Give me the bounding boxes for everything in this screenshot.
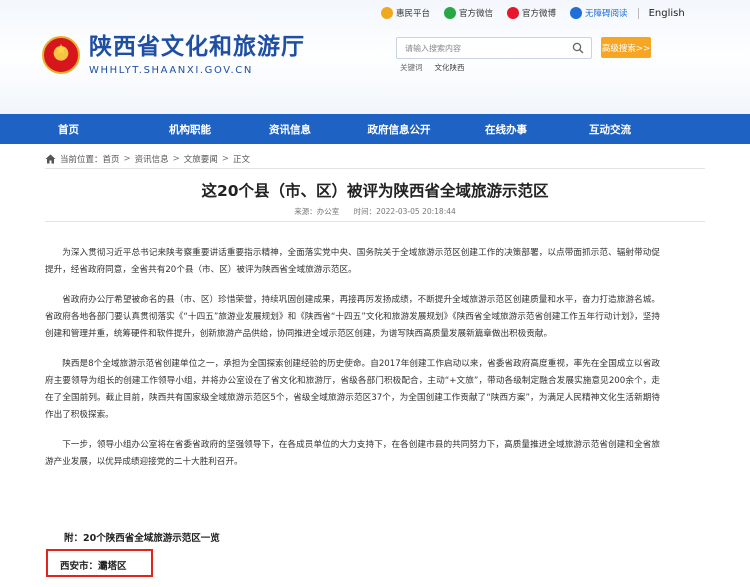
national-emblem-icon	[42, 36, 80, 74]
hot-keywords: 关键词 文化陕西	[400, 62, 465, 73]
breadcrumb-separator: >	[123, 154, 131, 164]
nav-item-home[interactable]: 首页	[58, 122, 142, 137]
toplink-accessibility[interactable]: 无障碍阅读	[570, 7, 628, 19]
article-meta: 来源：办公室 时间：2022-03-05 20:18:44	[0, 206, 750, 217]
appendix-title: 附：20个陕西省全域旅游示范区一览	[64, 533, 220, 544]
toplink-wechat[interactable]: 官方微信	[444, 7, 493, 19]
nav-item-gov-info[interactable]: 政府信息公开	[342, 122, 456, 137]
site-header: 陕西省文化和旅游厅 WHHLYT.SHAANXI.GOV.CN 惠民平台 官方微…	[0, 0, 750, 114]
toplink-label: 官方微信	[459, 9, 494, 19]
main-nav: 首页 机构职能 资讯信息 政府信息公开 在线办事 互动交流	[0, 114, 750, 144]
nav-item-functions[interactable]: 机构职能	[142, 122, 238, 137]
nav-item-news[interactable]: 资讯信息	[238, 122, 342, 137]
people-icon	[381, 7, 393, 19]
search-icon[interactable]	[572, 42, 584, 54]
article-body: 为深入贯彻习近平总书记来陕考察重要讲话重要指示精神，全面落实党中央、国务院关于全…	[45, 245, 660, 484]
article-title: 这20个县（市、区）被评为陕西省全域旅游示范区	[201, 182, 549, 200]
search-box	[396, 37, 592, 59]
hot-keyword[interactable]: 文化陕西	[435, 62, 465, 73]
toplink-label: 官方微博	[522, 9, 557, 19]
article-divider	[45, 221, 705, 222]
article-paragraph: 为深入贯彻习近平总书记来陕考察重要讲话重要指示精神，全面落实党中央、国务院关于全…	[45, 248, 660, 275]
breadcrumb-item-news[interactable]: 资讯信息	[135, 153, 169, 165]
home-icon	[45, 154, 56, 164]
article-paragraph: 省政府办公厅希望被命名的县（市、区）珍惜荣誉，持续巩固创建成果，再接再厉发扬成绩…	[45, 295, 660, 339]
top-links: 惠民平台 官方微信 官方微博 无障碍阅读 English	[381, 7, 685, 19]
toplink-weibo[interactable]: 官方微博	[507, 7, 556, 19]
weibo-icon	[507, 7, 520, 19]
breadcrumb-separator: >	[172, 154, 180, 164]
advanced-search-button[interactable]: 高级搜索>>	[601, 37, 651, 58]
breadcrumb-item-current: 正文	[232, 155, 250, 165]
breadcrumb: 当前位置： 首页 > 资讯信息 > 文旅要闻 > 正文	[45, 153, 250, 165]
breadcrumb-prefix: 当前位置：	[60, 155, 103, 165]
toplink-divider	[637, 7, 639, 19]
hot-keywords-label: 关键词	[400, 63, 423, 72]
wechat-icon	[444, 7, 457, 19]
accessibility-icon	[570, 7, 583, 19]
toplink-people-platform[interactable]: 惠民平台	[381, 7, 430, 19]
search-input[interactable]	[405, 38, 565, 58]
article-paragraph: 下一步，领导小组办公室将在省委省政府的坚强领导下，在各成员单位的大力支持下，在各…	[45, 440, 660, 467]
english-link[interactable]: English	[649, 8, 685, 19]
breadcrumb-separator: >	[221, 154, 229, 164]
article-time: 时间：2022-03-05 20:18:44	[353, 207, 456, 216]
appendix-entry: 西安市：灞塔区	[60, 561, 127, 572]
site-domain: WHHLYT.SHAANXI.GOV.CN	[89, 65, 253, 76]
breadcrumb-divider	[45, 168, 705, 169]
nav-item-interaction[interactable]: 互动交流	[556, 122, 664, 137]
breadcrumb-item-home[interactable]: 首页	[103, 153, 120, 165]
toplink-label: 惠民平台	[396, 9, 431, 19]
breadcrumb-item-tourism-news[interactable]: 文旅要闻	[184, 153, 218, 165]
article-paragraph: 陕西是8个全域旅游示范省创建单位之一，承担为全国探索创建经验的历史使命。自201…	[45, 359, 660, 420]
site-title: 陕西省文化和旅游厅	[89, 34, 305, 60]
nav-item-online-service[interactable]: 在线办事	[456, 122, 556, 137]
site-logo[interactable]: 陕西省文化和旅游厅 WHHLYT.SHAANXI.GOV.CN	[42, 34, 305, 76]
article-source: 来源：办公室	[294, 207, 340, 216]
toplink-label: 无障碍阅读	[585, 9, 628, 19]
